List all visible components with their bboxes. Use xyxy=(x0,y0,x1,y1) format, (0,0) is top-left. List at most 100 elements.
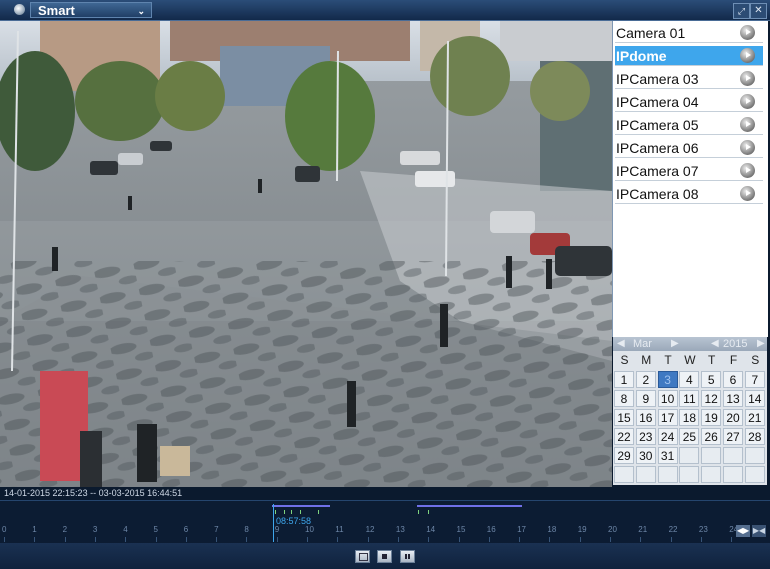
calendar-day[interactable]: 18 xyxy=(679,409,700,426)
calendar-day[interactable]: 4 xyxy=(679,371,700,388)
hour-tick xyxy=(185,537,187,542)
next-year-icon[interactable]: ▶ xyxy=(757,338,765,349)
hour-tick xyxy=(458,537,460,542)
calendar-day[interactable]: 3 xyxy=(657,371,678,388)
weekday-label: W xyxy=(684,353,696,367)
calendar-day[interactable]: 29 xyxy=(614,447,634,464)
zoom-in-icon[interactable]: ◀▶ xyxy=(736,525,750,537)
event-mark xyxy=(284,510,285,514)
calendar-day[interactable]: 13 xyxy=(723,390,743,407)
play-icon[interactable] xyxy=(740,163,755,178)
calendar-day[interactable]: 27 xyxy=(723,428,743,445)
hour-label: 7 xyxy=(214,525,219,534)
calendar-day-empty xyxy=(614,466,634,483)
hour-tick xyxy=(34,537,36,542)
hour-tick xyxy=(670,537,672,542)
calendar-day[interactable]: 24 xyxy=(657,428,678,445)
camera-name: IPCamera 04 xyxy=(616,94,699,110)
play-icon[interactable] xyxy=(740,71,755,86)
camera-list: Camera 01 IPdome IPCamera 03 IPCamera 04 IPC… xyxy=(612,21,768,337)
calendar-day-empty xyxy=(701,447,722,464)
hour-tick xyxy=(397,537,399,542)
hour-label: 4 xyxy=(123,525,128,534)
calendar-month: Mar xyxy=(633,338,652,350)
play-icon[interactable] xyxy=(740,186,755,201)
calendar-day[interactable]: 28 xyxy=(744,428,765,445)
hour-tick xyxy=(488,537,490,542)
video-view[interactable] xyxy=(0,21,612,487)
calendar-day[interactable]: 9 xyxy=(635,390,656,407)
play-icon[interactable] xyxy=(740,140,755,155)
stop-icon[interactable] xyxy=(377,550,392,563)
calendar-day[interactable]: 6 xyxy=(723,371,743,388)
prev-month-icon[interactable]: ◀ xyxy=(617,338,625,349)
camera-name: IPCamera 03 xyxy=(616,71,699,87)
camera-item[interactable]: IPdome xyxy=(615,46,763,66)
calendar-day[interactable]: 12 xyxy=(701,390,722,407)
playback-cursor[interactable] xyxy=(273,504,274,542)
hour-label: 13 xyxy=(395,525,405,534)
close-icon[interactable]: ✕ xyxy=(750,3,767,19)
camera-item[interactable]: IPCamera 03 xyxy=(615,69,763,89)
calendar-day[interactable]: 2 xyxy=(635,371,656,388)
calendar-day[interactable]: 22 xyxy=(614,428,634,445)
camera-item[interactable]: IPCamera 07 xyxy=(615,161,763,181)
calendar-day[interactable]: 16 xyxy=(635,409,656,426)
hour-label: 14 xyxy=(426,525,436,534)
mode-select[interactable]: Smart ⌄ xyxy=(30,2,152,18)
pause-icon[interactable] xyxy=(400,550,415,563)
hour-label: 2 xyxy=(62,525,68,534)
zoom-out-icon[interactable]: ▶◀ xyxy=(752,525,766,537)
fullscreen-icon[interactable]: ⤢ xyxy=(733,3,750,19)
calendar-day-empty xyxy=(701,466,722,483)
camera-item[interactable]: IPCamera 08 xyxy=(615,184,763,204)
calendar-day[interactable]: 31 xyxy=(657,447,678,464)
camera-item[interactable]: IPCamera 06 xyxy=(615,138,763,158)
calendar: ◀ Mar ▶ ◀ 2015 ▶ SMTWTFS 1 2 3 4 5 6 7 8 9 10 11 12… xyxy=(613,337,767,485)
calendar-day[interactable]: 8 xyxy=(614,390,634,407)
calendar-day[interactable]: 7 xyxy=(744,371,765,388)
next-month-icon[interactable]: ▶ xyxy=(671,338,679,349)
calendar-day[interactable]: 14 xyxy=(744,390,765,407)
calendar-day[interactable]: 10 xyxy=(657,390,678,407)
time-range-label: 14-01-2015 22:15:23 -- 03-03-2015 16:44:… xyxy=(4,488,183,498)
hour-tick xyxy=(731,537,733,542)
calendar-day[interactable]: 21 xyxy=(744,409,765,426)
camera-feed-image xyxy=(0,21,612,487)
calendar-day[interactable]: 1 xyxy=(614,371,634,388)
camera-item[interactable]: IPCamera 04 xyxy=(615,92,763,112)
weekday-label: F xyxy=(729,353,738,367)
hour-tick xyxy=(700,537,702,542)
calendar-day[interactable]: 20 xyxy=(723,409,743,426)
calendar-day[interactable]: 11 xyxy=(679,390,700,407)
play-icon[interactable] xyxy=(740,94,755,109)
calendar-day[interactable]: 17 xyxy=(657,409,678,426)
calendar-day-empty xyxy=(744,447,765,464)
weekday-label: T xyxy=(664,353,672,367)
calendar-day[interactable]: 19 xyxy=(701,409,722,426)
play-icon[interactable] xyxy=(740,117,755,132)
calendar-day[interactable]: 23 xyxy=(635,428,656,445)
timeline-bar[interactable]: 0 1 2 3 4 5 6 7 8 9 10 11 12 13 14 15 16 17 18 19 20 21 22 23 24 xyxy=(0,500,770,543)
hour-tick xyxy=(94,537,96,542)
play-icon[interactable] xyxy=(740,25,755,40)
calendar-day[interactable]: 26 xyxy=(701,428,722,445)
calendar-day[interactable]: 30 xyxy=(635,447,656,464)
calendar-day[interactable]: 5 xyxy=(701,371,722,388)
camera-name: IPCamera 05 xyxy=(616,117,699,133)
hour-tick xyxy=(579,537,581,542)
calendar-day[interactable]: 25 xyxy=(679,428,700,445)
hour-label: 0 xyxy=(2,525,7,534)
calendar-day-empty xyxy=(657,466,678,483)
prev-year-icon[interactable]: ◀ xyxy=(711,338,719,349)
clip-icon[interactable] xyxy=(355,550,370,563)
hour-label: 8 xyxy=(244,525,249,534)
camera-item[interactable]: Camera 01 xyxy=(615,23,763,43)
hour-label: 22 xyxy=(668,525,678,534)
hour-label: 11 xyxy=(335,525,344,534)
calendar-day[interactable]: 15 xyxy=(614,409,634,426)
play-icon[interactable] xyxy=(740,48,755,63)
hour-tick xyxy=(519,537,521,542)
weekday-label: S xyxy=(620,353,629,367)
camera-item[interactable]: IPCamera 05 xyxy=(615,115,763,135)
